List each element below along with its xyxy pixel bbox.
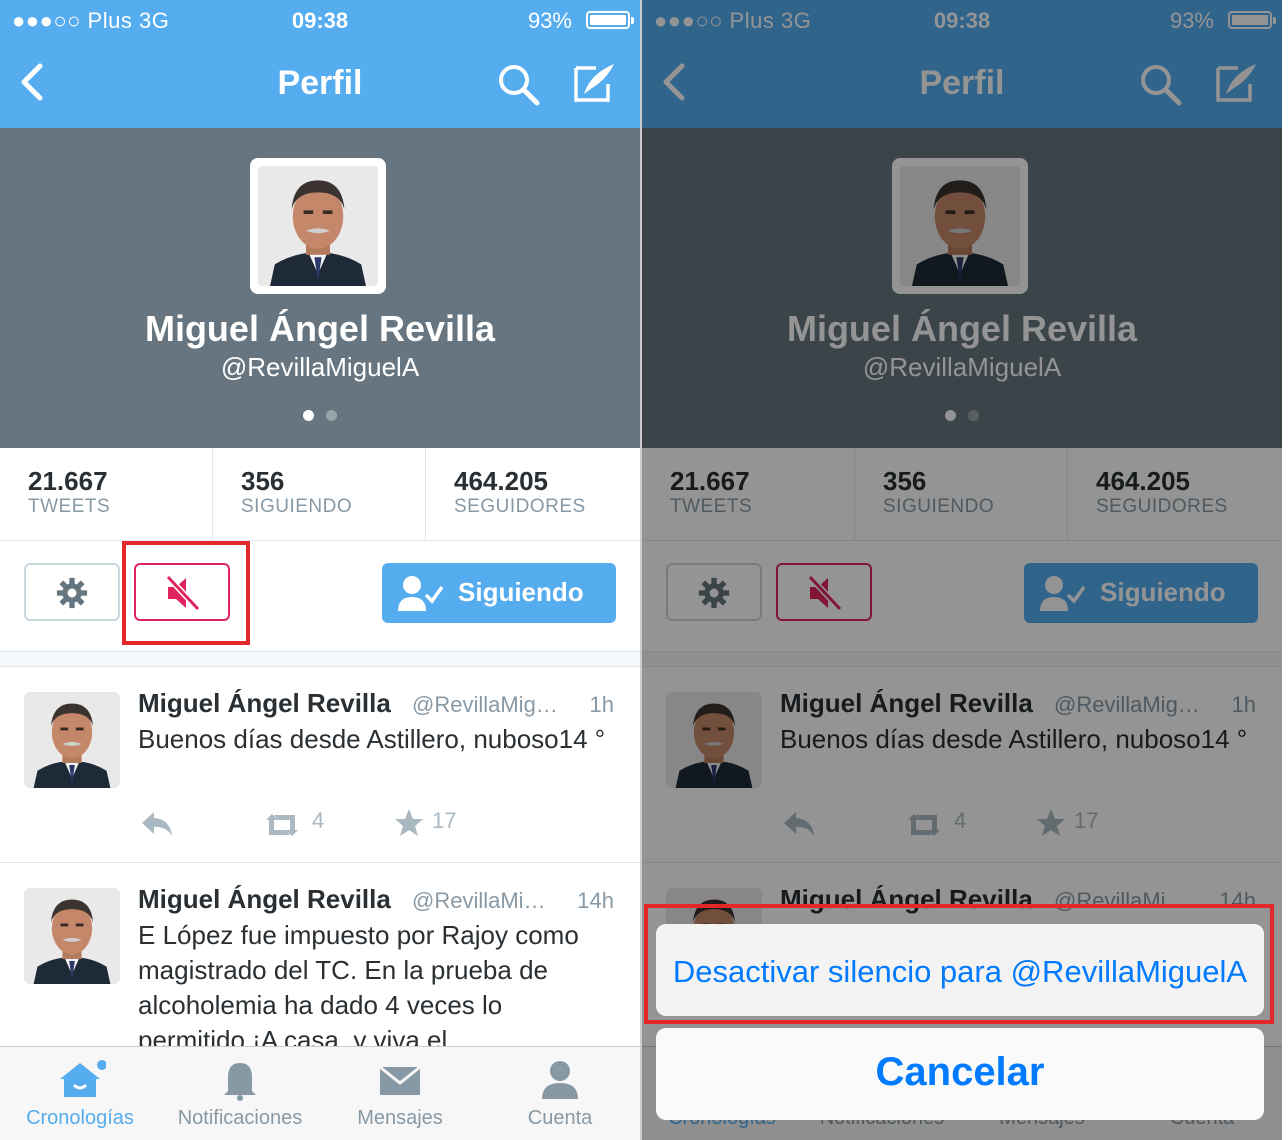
- stat-label: SEGUIDORES: [454, 496, 586, 517]
- tab-label: Cuenta: [527, 1107, 593, 1129]
- profile-name: Miguel Ángel Revilla: [144, 308, 496, 349]
- stat-tweets[interactable]: 21.667 TWEETS: [0, 448, 212, 540]
- gear-icon: [56, 577, 88, 609]
- home-icon: [60, 1060, 106, 1097]
- avatar-photo: [258, 166, 378, 286]
- stat-value: 21.667: [28, 466, 108, 496]
- search-icon[interactable]: [496, 62, 540, 106]
- tweet-item[interactable]: Miguel Ángel Revilla @RevillaMi… 14h E L…: [0, 862, 640, 1063]
- person-icon: [542, 1061, 578, 1099]
- reply-icon[interactable]: [140, 810, 174, 838]
- unmute-highlight-box: [644, 904, 1274, 1024]
- profile-avatar[interactable]: [250, 158, 386, 294]
- profile-actions: Siguiendo: [0, 541, 640, 651]
- tweet-avatar[interactable]: [24, 692, 120, 788]
- section-separator: [0, 651, 640, 667]
- tweet-author-name: Miguel Ángel Revilla: [138, 884, 391, 914]
- tab-label: Cronologías: [26, 1107, 134, 1129]
- stat-label: TWEETS: [28, 496, 111, 517]
- favorite-count: 17: [432, 808, 457, 833]
- stat-value: 464.205: [454, 466, 548, 496]
- battery-percent: 93%: [527, 8, 572, 33]
- tab-cuenta[interactable]: Cuenta: [480, 1047, 640, 1140]
- cancel-label: Cancelar: [875, 1050, 1045, 1094]
- following-button[interactable]: Siguiendo: [382, 563, 616, 623]
- profile-header: Miguel Ángel Revilla @RevillaMiguelA: [0, 128, 640, 448]
- tab-bar: Cronologías Notificaciones Mensajes Cuen…: [0, 1046, 640, 1140]
- tab-mensajes[interactable]: Mensajes: [320, 1047, 480, 1140]
- tab-label: Mensajes: [357, 1107, 443, 1129]
- retweet-icon[interactable]: [262, 812, 302, 838]
- page-title: Perfil: [277, 64, 363, 102]
- tab-cronologias[interactable]: Cronologías: [0, 1047, 160, 1140]
- tweet-author-handle: @RevillaMig…: [412, 692, 558, 717]
- retweet-count: 4: [312, 808, 325, 833]
- tweet-time: 14h: [577, 888, 614, 913]
- mute-highlight-box: [122, 541, 250, 645]
- stat-following[interactable]: 356 SIGUIENDO: [212, 448, 426, 540]
- envelope-icon: [379, 1065, 421, 1095]
- status-bar: ●●●○○ Plus 3G 09:38 93%: [0, 0, 640, 42]
- tweet-author-handle: @RevillaMi…: [412, 888, 546, 913]
- cancel-button[interactable]: Cancelar: [656, 1028, 1264, 1120]
- stat-value: 356: [241, 466, 285, 496]
- page-indicator[interactable]: [0, 408, 640, 426]
- tweet-avatar[interactable]: [24, 888, 120, 984]
- profile-screen-left: Perfil ●●●○○ Plus 3G 09:38 93% Miguel Án…: [0, 0, 640, 1140]
- bell-icon: [224, 1063, 256, 1101]
- tweet-item[interactable]: Miguel Ángel Revilla @RevillaMig… 1h Bue…: [0, 666, 640, 863]
- stat-label: SIGUIENDO: [241, 496, 353, 517]
- settings-button[interactable]: [24, 563, 120, 621]
- favorite-star-icon[interactable]: [394, 808, 424, 838]
- tab-label: Notificaciones: [177, 1107, 303, 1129]
- following-label: Siguiendo: [458, 577, 584, 607]
- user-check-icon: [398, 576, 444, 611]
- profile-handle: @RevillaMiguelA: [220, 352, 420, 382]
- tweet-text: E López fue impuesto por Rajoy como magi…: [138, 920, 579, 1055]
- profile-stats: 21.667 TWEETS 356 SIGUIENDO 464.205 SEGU…: [0, 448, 640, 541]
- tab-notificaciones[interactable]: Notificaciones: [160, 1047, 320, 1140]
- tweet-text: Buenos días desde Astillero, nuboso14 °: [138, 724, 606, 754]
- tweet-time: 1h: [589, 692, 614, 717]
- stat-followers[interactable]: 464.205 SEGUIDORES: [425, 448, 640, 540]
- tweet-author-name: Miguel Ángel Revilla: [138, 688, 391, 718]
- profile-screen-right: Perfil ●●●○○ Plus 3G 09:38 93% Miguel Án…: [642, 0, 1282, 1140]
- compose-tweet-icon[interactable]: [570, 58, 618, 106]
- battery-icon: [586, 11, 634, 29]
